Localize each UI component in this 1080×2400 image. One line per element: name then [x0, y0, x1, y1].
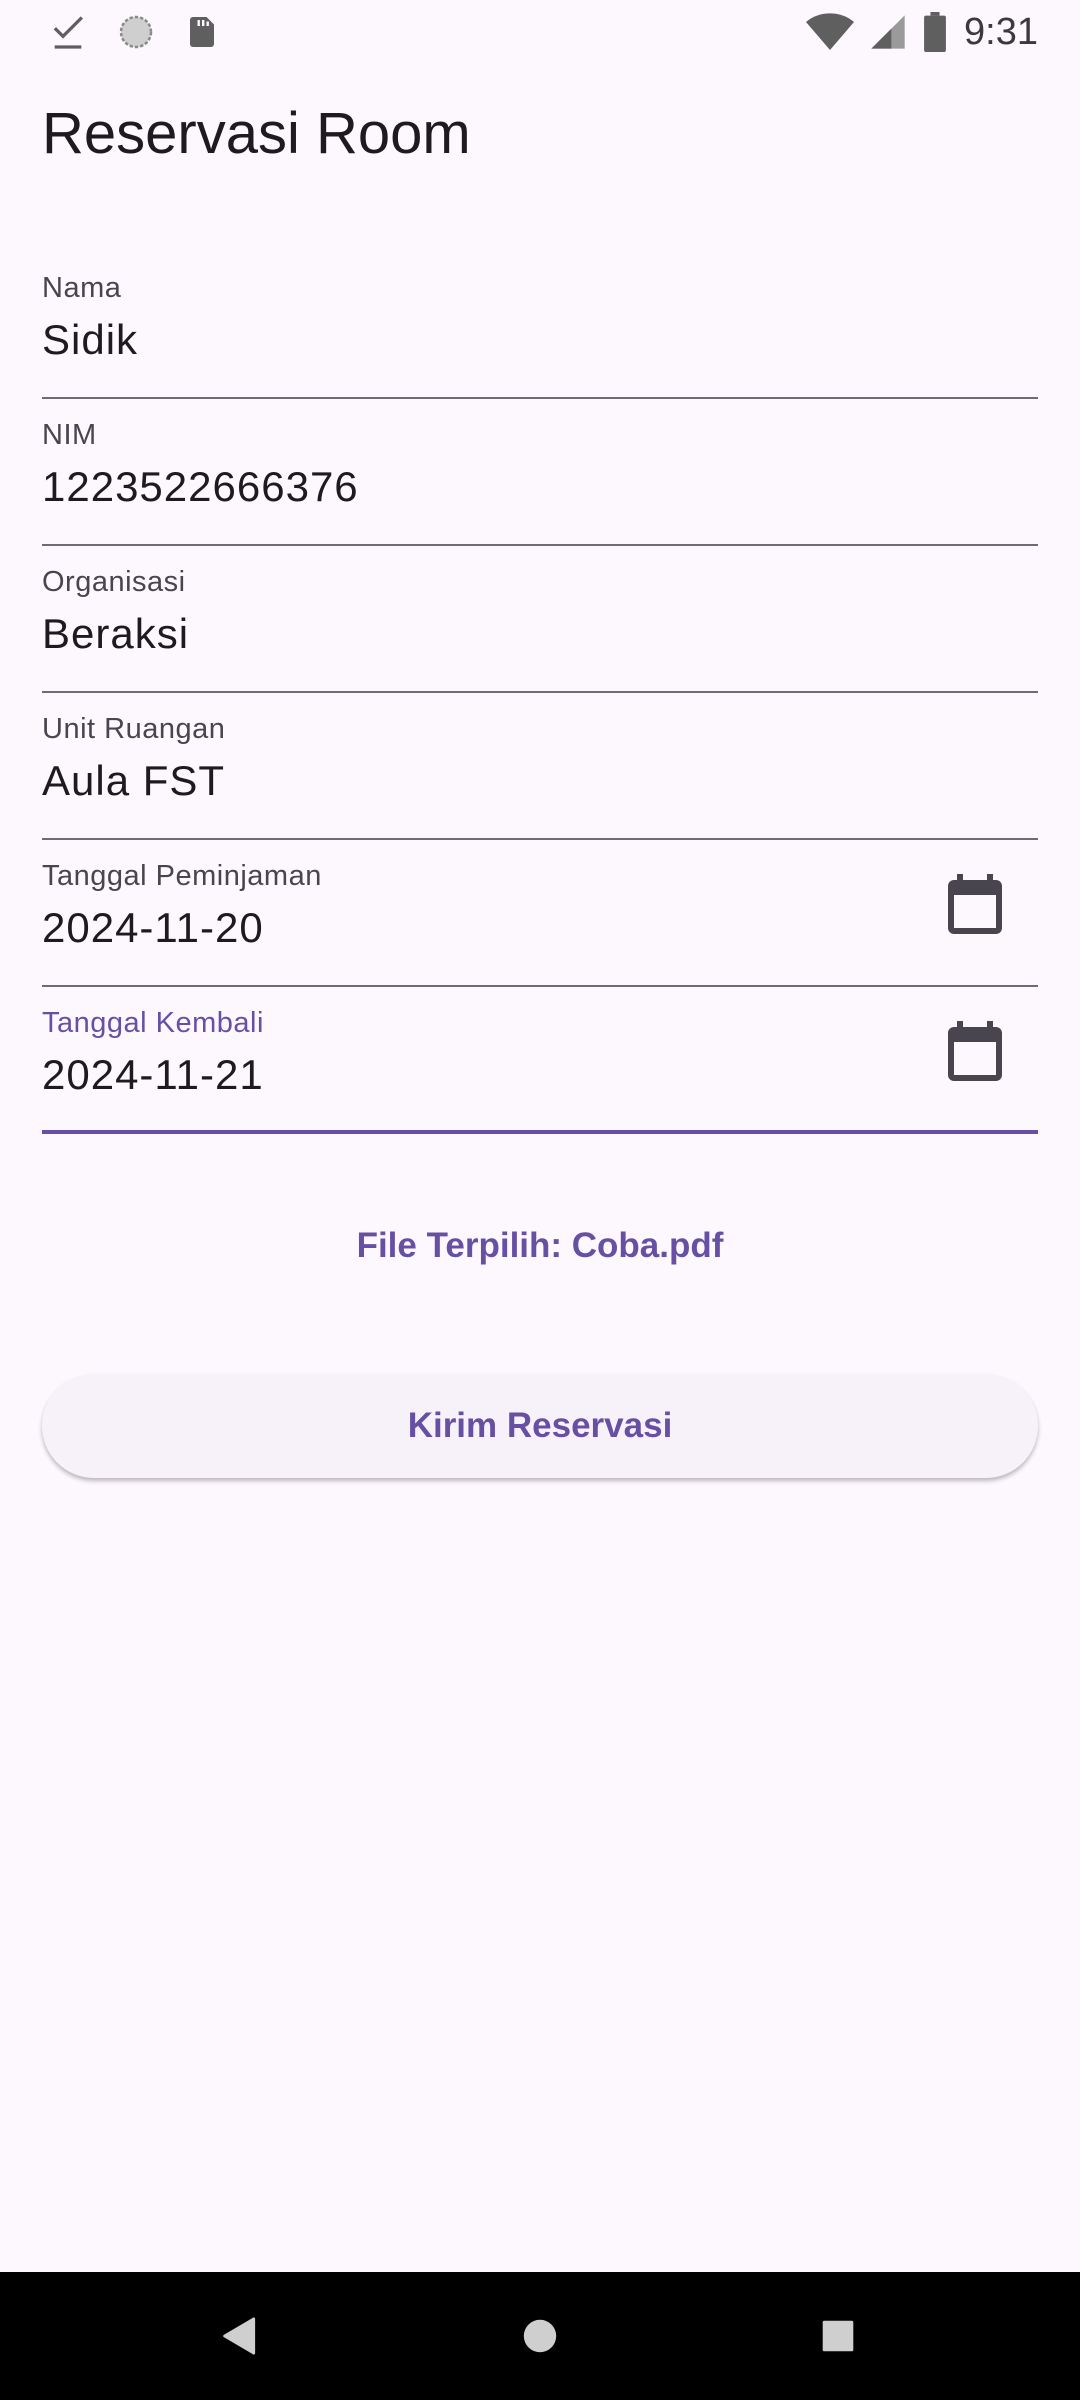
unit-ruangan-field[interactable]: Unit Ruangan Aula FST — [42, 693, 1038, 840]
organisasi-value[interactable]: Beraksi — [42, 610, 189, 658]
status-right: 9:31 — [792, 11, 1038, 54]
recents-icon — [822, 2320, 854, 2352]
calendar-icon[interactable] — [948, 874, 1002, 934]
nama-field[interactable]: Nama Sidik — [42, 252, 1038, 399]
nama-value[interactable]: Sidik — [42, 316, 138, 364]
unit-ruangan-value[interactable]: Aula FST — [42, 757, 225, 805]
back-icon — [223, 2317, 256, 2355]
organisasi-field[interactable]: Organisasi Beraksi — [42, 546, 1038, 693]
wifi-icon — [806, 13, 855, 50]
tanggal-kembali-label: Tanggal Kembali — [42, 1007, 264, 1039]
organisasi-label: Organisasi — [42, 566, 186, 598]
calendar-icon[interactable] — [948, 1021, 1002, 1081]
sd-card-icon — [190, 17, 214, 47]
nim-field[interactable]: NIM 1223522666376 — [42, 399, 1038, 546]
recents-button[interactable] — [778, 2272, 898, 2400]
screen: 9:31 Reservasi Room Nama Sidik NIM 12235… — [0, 0, 1080, 2400]
download-done-icon — [53, 16, 83, 49]
reservation-form: Nama Sidik NIM 1223522666376 Organisasi … — [42, 252, 1038, 1134]
back-button[interactable] — [180, 2272, 300, 2400]
tanggal-peminjaman-label: Tanggal Peminjaman — [42, 860, 322, 892]
nama-label: Nama — [42, 272, 122, 304]
status-time: 9:31 — [964, 10, 1038, 53]
battery-icon — [924, 12, 946, 52]
nim-label: NIM — [42, 419, 97, 451]
tanggal-peminjaman-field[interactable]: Tanggal Peminjaman 2024-11-20 — [42, 840, 1038, 987]
home-button[interactable] — [480, 2272, 600, 2400]
signal-icon — [871, 15, 905, 49]
status-bar: 9:31 — [0, 0, 1080, 64]
nim-value[interactable]: 1223522666376 — [42, 463, 359, 511]
unit-ruangan-label: Unit Ruangan — [42, 713, 226, 745]
page-title: Reservasi Room — [42, 101, 471, 166]
navigation-bar — [0, 2272, 1080, 2400]
tanggal-kembali-field[interactable]: Tanggal Kembali 2024-11-21 — [42, 987, 1038, 1134]
tanggal-peminjaman-value[interactable]: 2024-11-20 — [42, 904, 264, 952]
home-icon — [523, 2319, 557, 2353]
tanggal-kembali-value[interactable]: 2024-11-21 — [42, 1051, 264, 1099]
file-selected-text[interactable]: File Terpilih: Coba.pdf — [0, 1226, 1080, 1266]
status-left — [48, 12, 248, 52]
submit-reservation-button[interactable]: Kirim Reservasi — [42, 1374, 1038, 1478]
sync-circle-icon — [119, 15, 153, 49]
